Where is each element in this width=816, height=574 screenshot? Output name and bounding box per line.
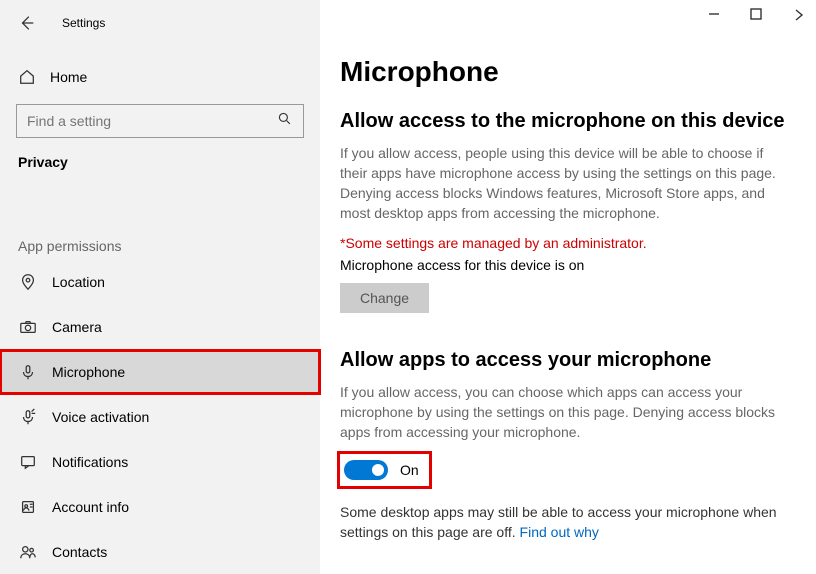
main-content: Microphone Allow access to the microphon… [320,0,816,574]
section-label: App permissions [0,238,320,254]
category-label: Privacy [0,154,320,170]
window-controls [708,8,806,24]
minimize-button[interactable] [708,8,720,24]
sidebar-item-label: Contacts [52,544,107,560]
apps-access-toggle[interactable] [344,460,388,480]
notifications-icon [18,453,38,471]
home-label: Home [50,69,87,85]
sidebar-item-label: Voice activation [52,409,149,425]
access-status: Microphone access for this device is on [340,257,786,273]
admin-note: *Some settings are managed by an adminis… [340,235,786,251]
search-wrap [0,104,320,138]
page-title: Microphone [340,56,786,88]
account-info-icon [18,498,38,516]
window-title: Settings [62,16,105,30]
sidebar-item-label: Camera [52,319,102,335]
toggle-knob [372,464,384,476]
home-icon [18,68,38,86]
sidebar-item-account-info[interactable]: Account info [0,484,320,529]
next-arrow-icon[interactable] [792,8,806,24]
sidebar-item-label: Account info [52,499,129,515]
section2-desc: If you allow access, you can choose whic… [340,382,780,442]
find-out-why-link[interactable]: Find out why [520,524,599,540]
sidebar-item-microphone[interactable]: Microphone [0,350,320,395]
camera-icon [18,318,38,336]
maximize-button[interactable] [750,8,762,24]
sidebar-item-home[interactable]: Home [0,60,320,94]
contacts-icon [18,543,38,561]
section1-desc: If you allow access, people using this d… [340,143,780,223]
sidebar-item-voice-activation[interactable]: Voice activation [0,394,320,439]
section2-title: Allow apps to access your microphone [340,349,786,372]
sidebar-item-notifications[interactable]: Notifications [0,439,320,484]
location-icon [18,273,38,291]
voice-activation-icon [18,408,38,426]
search-box[interactable] [16,104,304,138]
apps-access-toggle-wrap: On [340,454,429,486]
footer-note: Some desktop apps may still be able to a… [340,502,780,542]
toggle-label: On [400,462,419,478]
search-icon [277,111,293,130]
titlebar: Settings [0,10,320,36]
change-button[interactable]: Change [340,283,429,313]
sidebar-item-label: Location [52,274,105,290]
sidebar: Settings Home Privacy App permissions Lo… [0,0,320,574]
section1-title: Allow access to the microphone on this d… [340,110,786,133]
sidebar-item-location[interactable]: Location [0,260,320,305]
search-input[interactable] [27,113,277,129]
sidebar-item-label: Notifications [52,454,128,470]
microphone-icon [18,363,38,381]
back-icon[interactable] [18,14,36,32]
sidebar-item-camera[interactable]: Camera [0,305,320,350]
sidebar-item-contacts[interactable]: Contacts [0,529,320,574]
sidebar-item-label: Microphone [52,364,125,380]
